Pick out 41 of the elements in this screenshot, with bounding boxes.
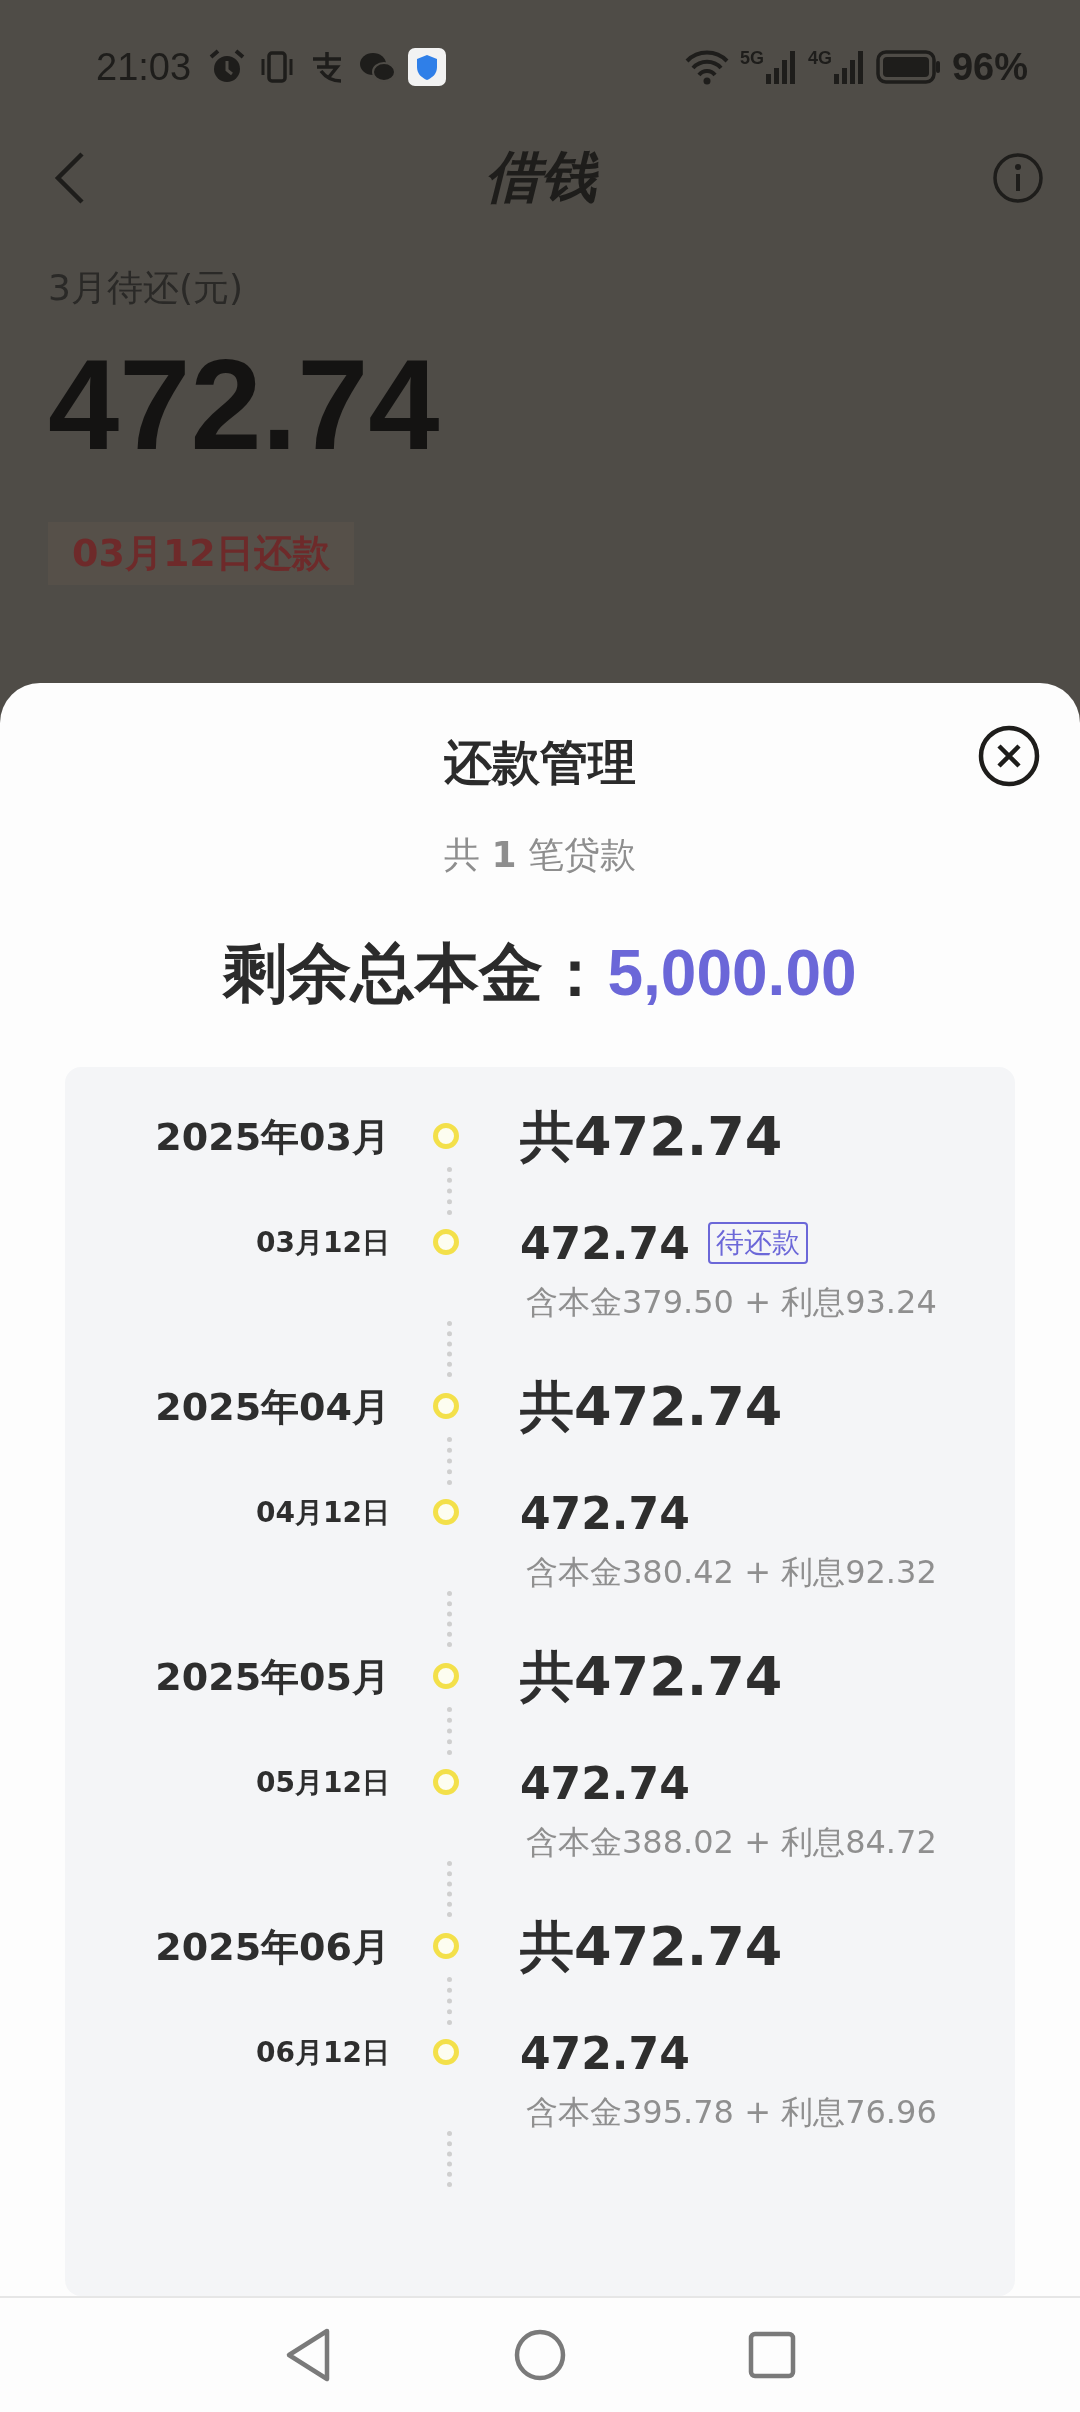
payment-breakdown: 含本金388.02 + 利息84.72 bbox=[526, 1822, 937, 1863]
recents-icon[interactable] bbox=[747, 2330, 797, 2380]
timeline-dot bbox=[433, 1769, 459, 1795]
month-total: 共472.74 bbox=[520, 1377, 783, 1437]
shield-icon bbox=[407, 47, 448, 87]
month-total: 共472.74 bbox=[520, 1107, 783, 1167]
due-amount: 472.74 bbox=[48, 335, 440, 476]
payment-amount: 472.74 bbox=[520, 1217, 690, 1269]
payment-date: 06月12日 bbox=[255, 2035, 390, 2071]
timeline-dot bbox=[433, 1393, 459, 1419]
payment-amount: 472.74 bbox=[520, 2027, 690, 2079]
payment-breakdown: 含本金379.50 + 利息93.24 bbox=[526, 1282, 937, 1323]
payment-date: 04月12日 bbox=[255, 1495, 390, 1531]
status-tag: 待还款 bbox=[707, 1222, 808, 1264]
home-icon[interactable] bbox=[513, 2328, 567, 2382]
payment-date: 03月12日 bbox=[255, 1225, 390, 1261]
payment-date: 05月12日 bbox=[255, 1765, 390, 1801]
payment-breakdown: 含本金395.78 + 利息76.96 bbox=[526, 2092, 937, 2133]
payment-amount: 472.74 bbox=[520, 1757, 690, 1809]
payment-amount: 472.74 bbox=[520, 1487, 690, 1539]
timeline-dot bbox=[433, 1499, 459, 1525]
timeline-dot bbox=[433, 1933, 459, 1959]
close-icon[interactable] bbox=[978, 725, 1040, 787]
month-label: 2025年05月 bbox=[154, 1654, 390, 1701]
timeline-dot bbox=[433, 2039, 459, 2065]
timeline-dot bbox=[433, 1663, 459, 1689]
month-total: 共472.74 bbox=[520, 1647, 783, 1707]
signal-icon bbox=[763, 48, 798, 86]
principal-value: 5,000.00 bbox=[607, 936, 857, 1010]
payment-breakdown: 含本金380.42 + 利息92.32 bbox=[526, 1552, 937, 1593]
timeline-dot bbox=[433, 1123, 459, 1149]
sheet-title: 还款管理 bbox=[444, 733, 636, 792]
signal-icon bbox=[831, 48, 866, 86]
month-label: 2025年03月 bbox=[154, 1114, 390, 1161]
principal-label: 剩余总本金： bbox=[223, 935, 608, 1012]
battery-icon bbox=[875, 48, 942, 86]
timeline-dot bbox=[433, 1229, 459, 1255]
month-label: 2025年04月 bbox=[154, 1384, 390, 1431]
loan-count: 共 1 笔贷款 bbox=[444, 833, 636, 877]
month-label: 2025年06月 bbox=[154, 1924, 390, 1971]
month-total: 共472.74 bbox=[520, 1917, 783, 1977]
